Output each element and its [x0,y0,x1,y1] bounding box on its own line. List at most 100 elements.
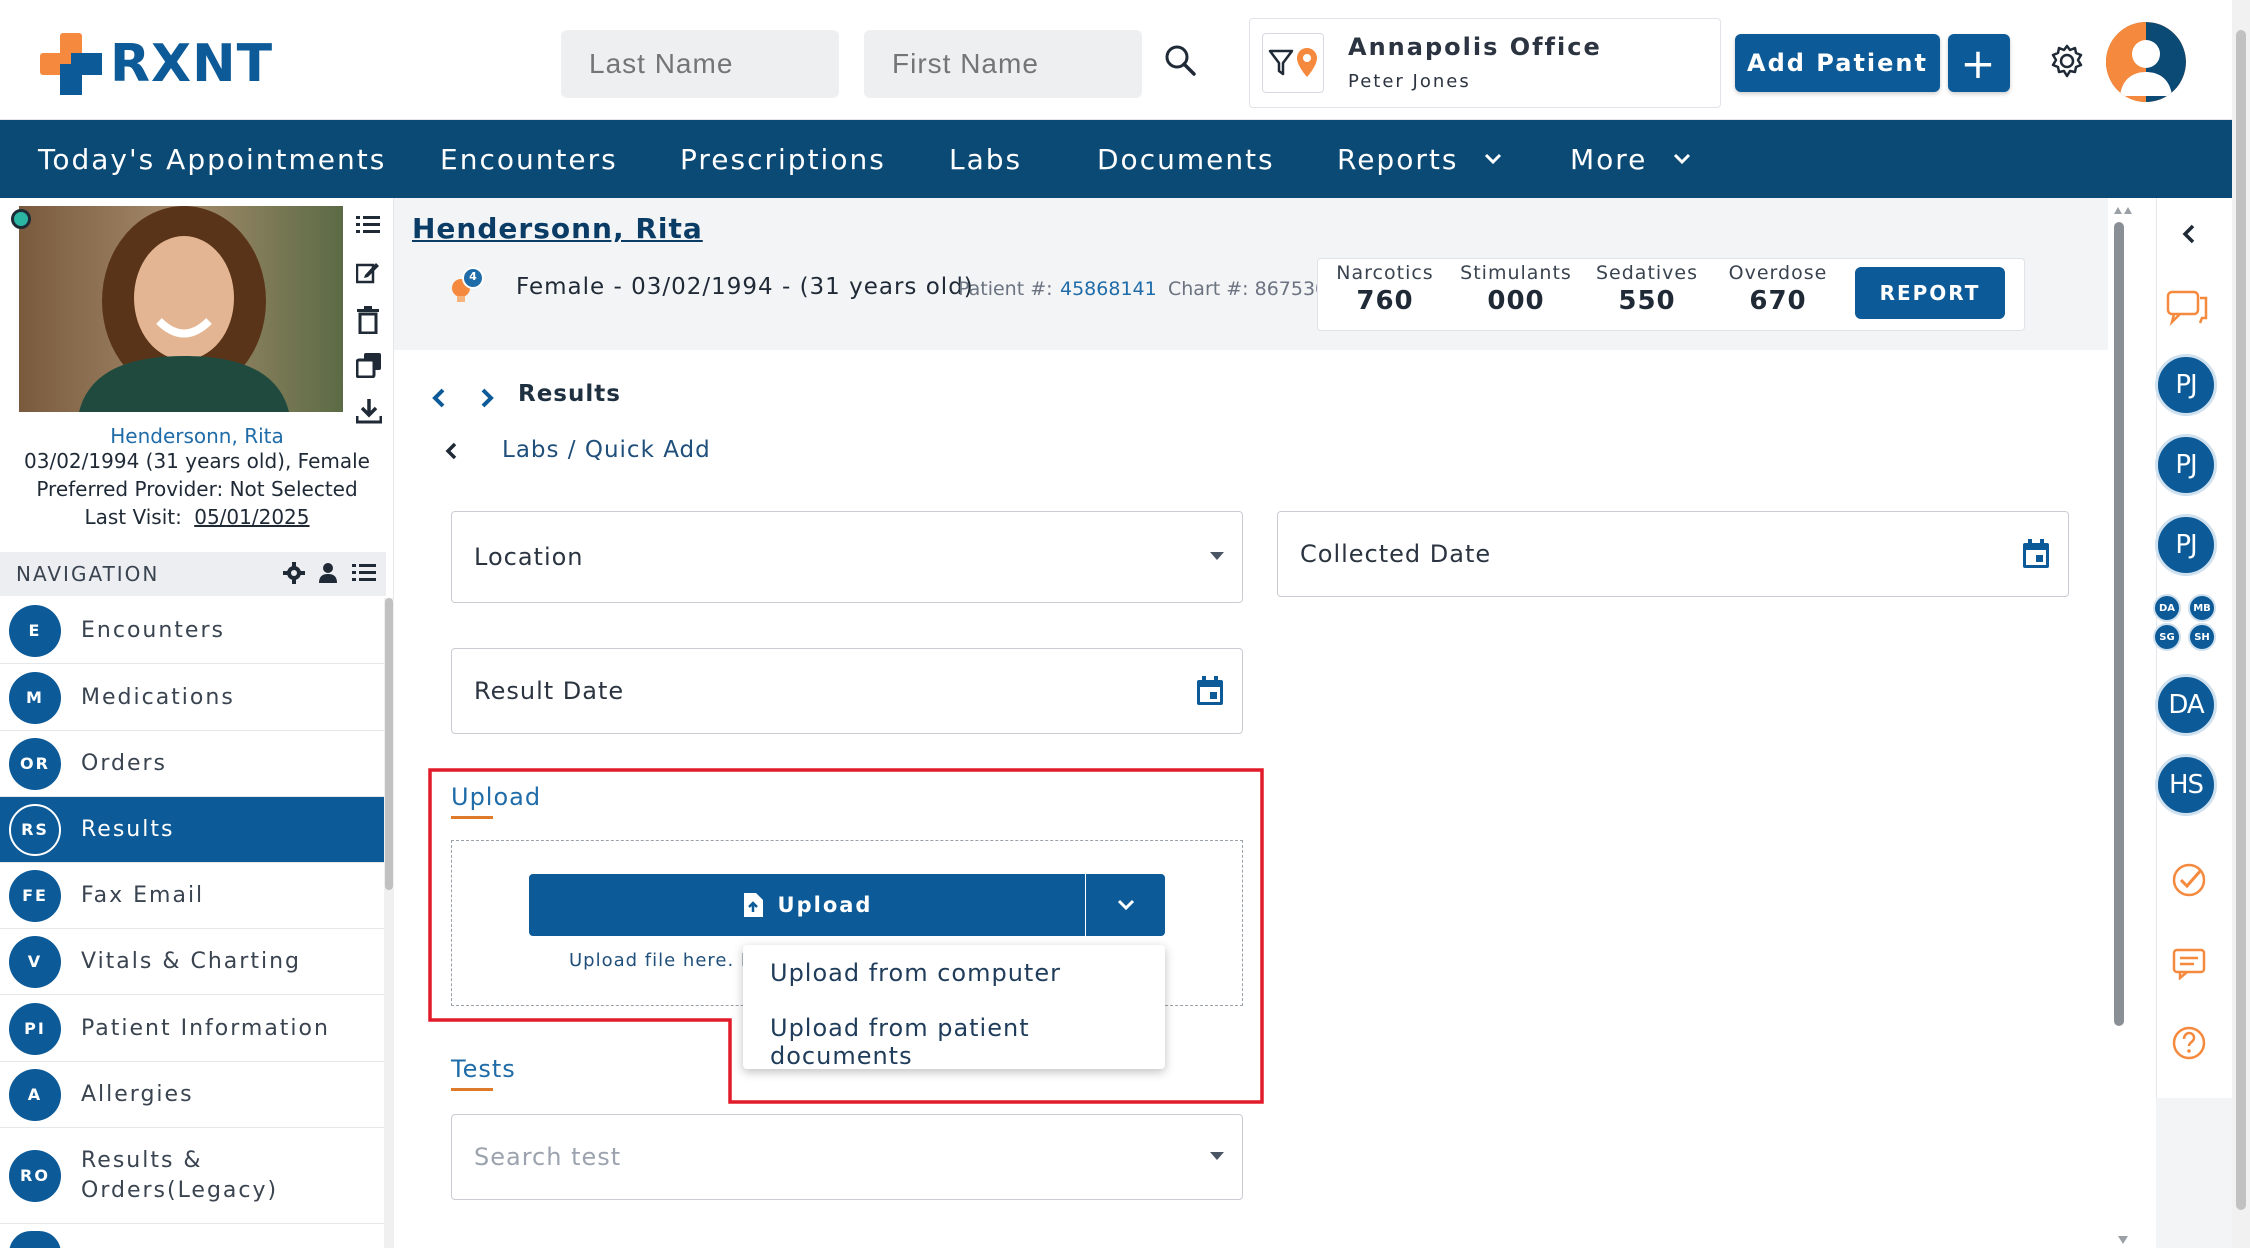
nav-more-label: More [1570,142,1648,176]
staff-avatar-pj[interactable]: PJ [2155,354,2217,416]
pdmp-label: Stimulants [1460,262,1572,284]
sidebar-item-label: Results & Orders(Legacy) [81,1147,279,1203]
settings-gear-icon[interactable] [2048,42,2086,80]
last-visit-label: Last Visit: [84,505,182,529]
search-icon[interactable] [1160,40,1200,80]
nav-documents[interactable]: Documents [1097,120,1275,198]
sidebar-scrollbar-thumb[interactable] [385,598,393,890]
nav-todays-appointments[interactable]: Today's Appointments [38,120,386,198]
main-scrollbar-thumb[interactable] [2114,222,2124,1026]
patient-card-name[interactable]: Hendersonn, Rita [0,424,394,448]
sidebar-item-encounters[interactable]: E Encounters [0,598,384,664]
patient-number[interactable]: 45868141 [1060,278,1157,300]
scroll-up-arrows-icon[interactable] [2112,204,2134,216]
staff-avatar-pj[interactable]: PJ [2155,434,2217,496]
sidebar-item-patient-information[interactable]: PI Patient Information [0,996,384,1062]
sidebar-item-label: Allergies [81,1082,194,1107]
breadcrumb-current: Results [518,381,621,407]
navigation-title: NAVIGATION [16,562,160,586]
task-check-icon[interactable] [2171,862,2207,902]
sidebar-item-results[interactable]: RS Results [0,797,384,863]
patient-photo [19,206,343,412]
navigation-header: NAVIGATION [0,552,386,596]
nav-reports[interactable]: Reports [1337,120,1502,198]
staff-avatar-sg[interactable]: SG [2153,623,2181,651]
sidebar-item-allergies[interactable]: A Allergies [0,1062,384,1128]
location-select[interactable]: Location [451,511,1243,603]
patient-number-label: Patient #: [958,278,1053,300]
rxnt-logo[interactable]: RXNT [40,32,273,96]
list-icon[interactable] [352,563,376,583]
search-test-placeholder: Search test [474,1143,622,1171]
patient-name-link[interactable]: Hendersonn, Rita [412,212,703,245]
sidebar-item-fax-email[interactable]: FE Fax Email [0,863,384,929]
user-avatar[interactable] [2106,22,2186,102]
forward-chevron-icon[interactable] [478,386,496,414]
sidebar-badge: FE [9,869,61,922]
location-pin-icon [1297,48,1317,77]
list-icon[interactable] [356,214,386,260]
chat-bubbles-icon[interactable] [2166,290,2208,330]
first-name-input[interactable] [864,30,1142,98]
collapse-chevron-icon[interactable] [2180,222,2198,250]
patient-summary: Female - 03/02/1994 - (31 years old) [516,274,974,300]
result-date-field[interactable]: Result Date [451,648,1243,734]
calendar-icon[interactable] [1196,676,1224,706]
filter-location-button[interactable] [1262,33,1324,93]
copy-icon[interactable] [355,352,386,398]
search-test-select[interactable]: Search test [451,1114,1243,1200]
patient-card-last-visit: Last Visit: 05/01/2025 [0,505,394,529]
sidebar-item-partial[interactable] [0,1226,384,1248]
last-name-input[interactable] [561,30,839,98]
pdmp-value: 760 [1356,286,1414,316]
sidebar-item-medications[interactable]: M Medications [0,665,384,731]
staff-avatar-mb[interactable]: MB [2188,594,2216,622]
tests-section-title: Tests [451,1055,516,1083]
filter-icon [1268,49,1294,76]
breadcrumb-sub[interactable]: Labs / Quick Add [502,437,711,463]
nav-encounters[interactable]: Encounters [440,120,618,198]
add-patient-button[interactable]: Add Patient [1735,34,1940,92]
nav-more[interactable]: More [1570,120,1691,198]
sidebar-item-label: Fax Email [81,883,205,908]
sidebar-badge: PI [9,1002,61,1055]
calendar-icon[interactable] [2022,539,2050,569]
person-icon[interactable] [318,562,338,584]
staff-avatar-da[interactable]: DA [2153,594,2181,622]
pdmp-summary: Narcotics 760 Stimulants 000 Sedatives 5… [1317,258,2025,331]
sidebar-badge [9,1231,61,1248]
sidebar-badge: OR [9,737,61,790]
back-chevron-icon[interactable] [443,440,459,466]
edit-icon[interactable] [355,260,386,306]
sidebar-item-label: Patient Information [81,1016,330,1041]
logo-text: RXNT [110,34,274,94]
help-icon[interactable] [2172,1026,2206,1064]
page-scrollbar-thumb[interactable] [2236,30,2246,1210]
office-selector[interactable]: Annapolis Office Peter Jones [1249,18,1721,108]
scroll-down-arrow-icon[interactable] [2112,1234,2134,1246]
nav-prescriptions[interactable]: Prescriptions [680,120,886,198]
sidebar-item-orders[interactable]: OR Orders [0,731,384,797]
nav-reports-label: Reports [1337,142,1459,176]
staff-avatar-pj[interactable]: PJ [2155,514,2217,576]
staff-avatar-sh[interactable]: SH [2188,623,2216,651]
add-icon-button[interactable]: + [1948,34,2010,92]
chart-number: Chart #: 867530 [1168,278,1328,300]
nav-labs[interactable]: Labs [949,120,1022,198]
sidebar-item-label: Vitals & Charting [81,949,301,974]
pdmp-narcotics: Narcotics 760 [1320,259,1450,316]
last-visit-value[interactable]: 05/01/2025 [194,505,309,529]
trash-icon[interactable] [356,306,386,352]
pdmp-label: Sedatives [1595,262,1698,284]
message-icon[interactable] [2172,948,2206,984]
report-button[interactable]: REPORT [1855,267,2005,319]
back-chevron-icon[interactable] [430,386,448,414]
collected-date-field[interactable]: Collected Date [1277,511,2069,597]
alert-bulb-icon[interactable]: 4 [444,266,488,310]
gear-icon[interactable] [283,562,305,584]
staff-avatar-hs[interactable]: HS [2155,754,2217,816]
sidebar-item-vitals-charting[interactable]: V Vitals & Charting [0,929,384,995]
staff-avatar-da[interactable]: DA [2155,674,2217,736]
sidebar-item-results-orders-legacy[interactable]: RO Results & Orders(Legacy) [0,1128,384,1224]
alert-count-badge: 4 [469,270,477,283]
